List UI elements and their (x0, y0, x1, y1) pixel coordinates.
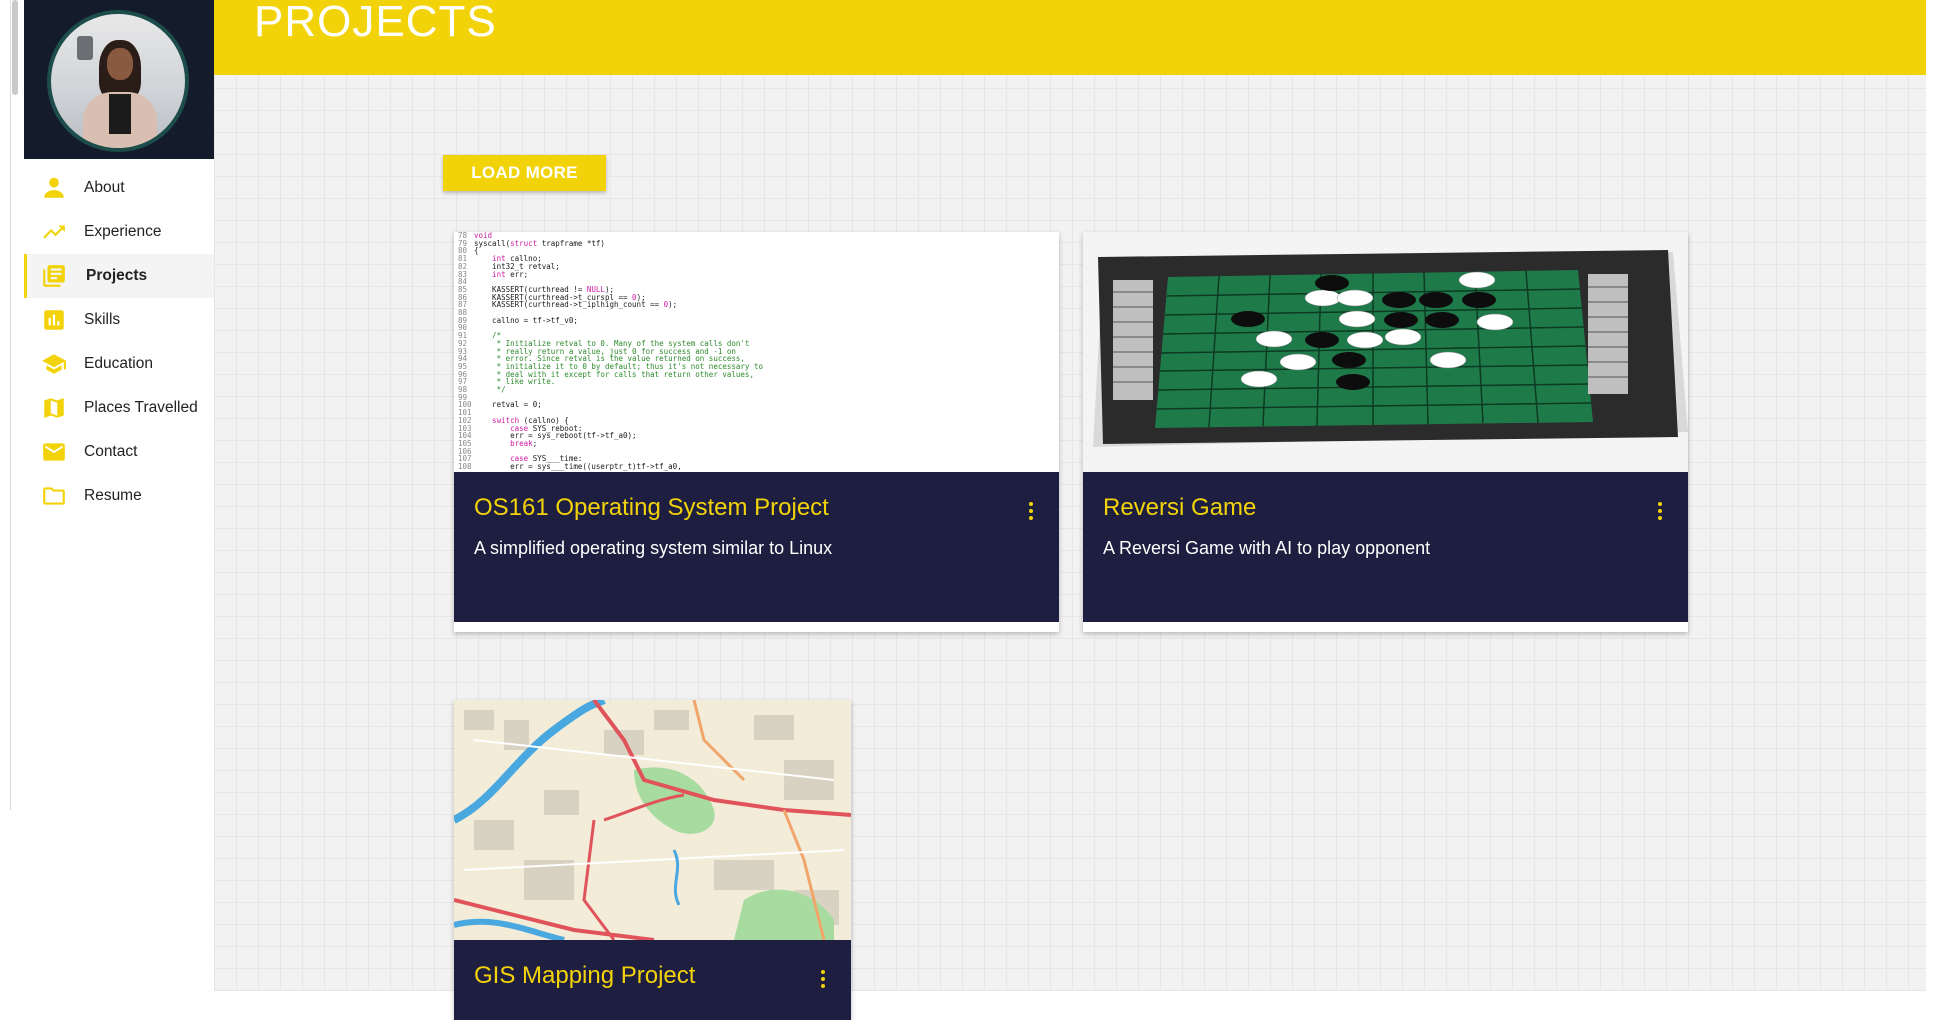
left-scrollbar-track[interactable] (0, 0, 11, 810)
sidebar-item-label: Places Travelled (84, 399, 198, 416)
card-body: OS161 Operating System Project A simplif… (454, 472, 1059, 622)
card-body: GIS Mapping Project (454, 940, 851, 1020)
sidebar-item-experience[interactable]: Experience (24, 210, 214, 254)
sidebar-item-label: Education (84, 355, 153, 372)
project-card-gis[interactable]: GIS Mapping Project (454, 700, 851, 1020)
folder-icon (40, 482, 68, 510)
project-card-reversi[interactable]: Reversi Game A Reversi Game with AI to p… (1083, 232, 1688, 632)
sidebar-item-about[interactable]: About (24, 166, 214, 210)
sidebar-item-label: Experience (84, 223, 162, 240)
card-title[interactable]: GIS Mapping Project (474, 962, 695, 990)
card-body: Reversi Game A Reversi Game with AI to p… (1083, 472, 1688, 622)
sidebar-item-label: Skills (84, 311, 121, 328)
bar-chart-icon (40, 306, 68, 334)
sidebar-item-label: About (84, 179, 125, 196)
city-map-image (454, 700, 851, 940)
card-title[interactable]: OS161 Operating System Project (474, 494, 829, 522)
school-icon (40, 350, 68, 378)
right-scrollbar-track[interactable] (1926, 0, 1930, 991)
sidebar-nav: About Experience Projects Skills Educati… (24, 166, 214, 518)
sidebar-item-label: Resume (84, 487, 142, 504)
sidebar-header (24, 0, 214, 159)
sidebar-item-contact[interactable]: Contact (24, 430, 214, 474)
card-description: A Reversi Game with AI to play opponent (1103, 538, 1431, 558)
card-title[interactable]: Reversi Game (1103, 494, 1256, 522)
avatar (47, 10, 189, 152)
sidebar-item-resume[interactable]: Resume (24, 474, 214, 518)
person-icon (40, 174, 68, 202)
page-header: PROJECTS (214, 0, 1927, 75)
page-title: PROJECTS (254, 0, 497, 46)
more-vert-icon[interactable] (1656, 502, 1664, 524)
sidebar: About Experience Projects Skills Educati… (24, 0, 215, 991)
sidebar-item-label: Contact (84, 443, 138, 460)
mail-icon (40, 438, 68, 466)
code-screenshot-image: 78 void 79 syscall(struct trapframe *tf) 8… (454, 232, 1059, 472)
sidebar-item-education[interactable]: Education (24, 342, 214, 386)
sidebar-item-projects[interactable]: Projects (24, 254, 214, 298)
sidebar-item-skills[interactable]: Skills (24, 298, 214, 342)
more-vert-icon[interactable] (1027, 502, 1035, 524)
sidebar-item-label: Projects (86, 267, 148, 284)
map-icon (40, 394, 68, 422)
sidebar-item-places-travelled[interactable]: Places Travelled (24, 386, 214, 430)
more-vert-icon[interactable] (819, 970, 827, 992)
project-card-os161[interactable]: 78 void 79 syscall(struct trapframe *tf) 8… (454, 232, 1059, 632)
trending-up-icon (40, 218, 68, 246)
reversi-board-image (1083, 232, 1688, 472)
main-content: PROJECTS LOAD MORE 78 void 79 syscall(stru… (214, 0, 1930, 1020)
card-description: A simplified operating system similar to… (474, 538, 833, 558)
load-more-button[interactable]: LOAD MORE (443, 155, 606, 191)
left-scrollbar-thumb[interactable] (12, 0, 18, 95)
library-books-icon (40, 262, 68, 290)
